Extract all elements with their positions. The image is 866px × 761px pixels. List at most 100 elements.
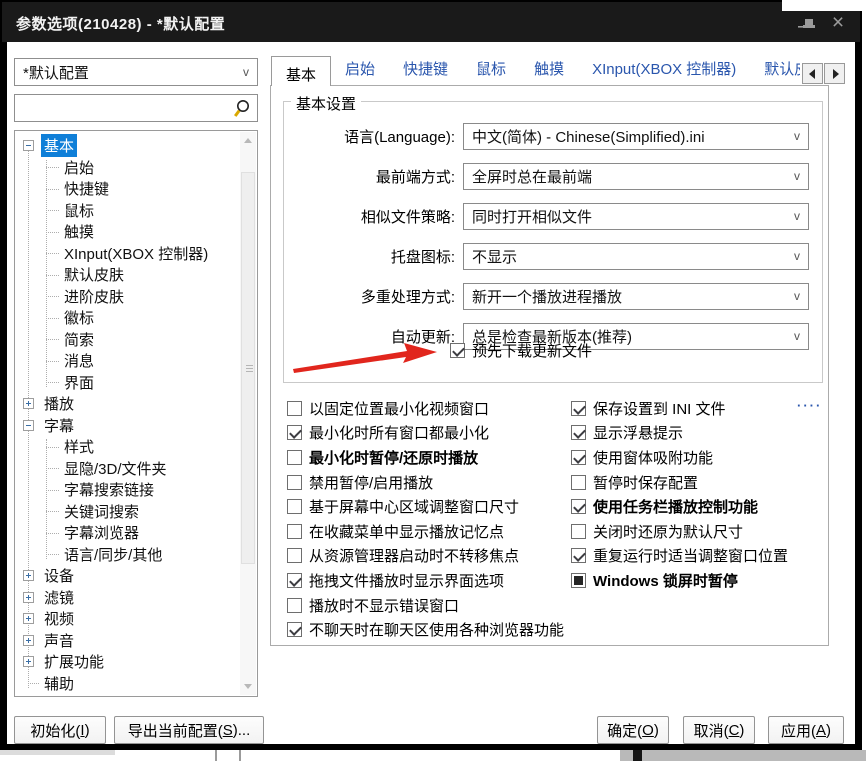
checkbox-icon: [287, 401, 302, 416]
tree-item-19[interactable]: 语言/同步/其他: [15, 544, 240, 566]
tree-item-14[interactable]: 样式: [15, 436, 240, 458]
expand-icon[interactable]: [23, 656, 34, 667]
form-row-2: 相似文件策略: 同时打开相似文件v: [285, 196, 821, 236]
left-checkbox-3[interactable]: 禁用暂停/启用播放: [287, 470, 564, 495]
tree-item-15[interactable]: 显隐/3D/文件夹: [15, 458, 240, 480]
expand-icon[interactable]: [23, 635, 34, 646]
left-checkbox-0[interactable]: 以固定位置最小化视频窗口: [287, 396, 564, 421]
right-checkbox-3[interactable]: 暂停时保存配置: [571, 470, 788, 495]
tree-item-6[interactable]: 默认皮肤: [15, 264, 240, 286]
tree-item-9[interactable]: 简索: [15, 329, 240, 351]
tab-1[interactable]: 启始: [331, 56, 389, 86]
tab-scroll-left-button[interactable]: [802, 63, 823, 84]
tree-item-17[interactable]: 关键词搜索: [15, 501, 240, 523]
dropdown-1[interactable]: 全屏时总在最前端v: [463, 163, 809, 190]
tree-item-5[interactable]: XInput(XBOX 控制器): [15, 243, 240, 265]
checkbox-icon: [287, 450, 302, 465]
close-icon[interactable]: ×: [827, 10, 849, 36]
tree-item-16[interactable]: 字幕搜索链接: [15, 479, 240, 501]
search-box[interactable]: [14, 94, 258, 122]
tree-item-7[interactable]: 进阶皮肤: [15, 286, 240, 308]
dropdown-4[interactable]: 新开一个播放进程播放v: [463, 283, 809, 310]
tree-item-label: 播放: [41, 392, 77, 415]
search-input[interactable]: [21, 97, 226, 119]
tree-item-12[interactable]: 播放: [15, 393, 240, 415]
tree-item-10[interactable]: 消息: [15, 350, 240, 372]
left-checkbox-5[interactable]: 在收藏菜单中显示播放记忆点: [287, 519, 564, 544]
scrollbar-thumb[interactable]: [241, 172, 255, 564]
dropdown-2[interactable]: 同时打开相似文件v: [463, 203, 809, 230]
tree-item-13[interactable]: 字幕: [15, 415, 240, 437]
cancel-button[interactable]: 取消(C): [683, 716, 755, 744]
tree-item-8[interactable]: 徽标: [15, 307, 240, 329]
tree-item-22[interactable]: 视频: [15, 608, 240, 630]
tree-item-21[interactable]: 滤镜: [15, 587, 240, 609]
tree-item-label: 界面: [61, 371, 97, 394]
left-checkbox-2[interactable]: 最小化时暂停/还原时播放: [287, 445, 564, 470]
ini-file-more-button[interactable]: ····: [797, 398, 822, 413]
scroll-down-icon[interactable]: [244, 684, 252, 689]
background-window: [782, 0, 866, 11]
expand-icon[interactable]: [23, 592, 34, 603]
tree-item-11[interactable]: 界面: [15, 372, 240, 394]
tree-item-label: 默认皮肤: [61, 263, 127, 286]
tree-item-3[interactable]: 鼠标: [15, 200, 240, 222]
form-label: 相似文件策略:: [285, 206, 455, 227]
tree-item-24[interactable]: 扩展功能: [15, 651, 240, 673]
dropdown-3[interactable]: 不显示v: [463, 243, 809, 270]
expand-icon[interactable]: [23, 613, 34, 624]
tab-5[interactable]: XInput(XBOX 控制器): [578, 56, 750, 86]
collapse-icon[interactable]: [23, 140, 34, 151]
tree-item-0[interactable]: 基本: [15, 135, 240, 157]
tree-item-2[interactable]: 快捷键: [15, 178, 240, 200]
scroll-up-icon[interactable]: [244, 138, 252, 143]
tree-item-label: 基本: [41, 134, 77, 157]
left-checkbox-7[interactable]: 拖拽文件播放时显示界面选项: [287, 568, 564, 593]
checkbox-label: 显示浮悬提示: [593, 422, 683, 443]
tree-item-25[interactable]: 辅助: [15, 673, 240, 695]
tab-0[interactable]: 基本: [271, 56, 331, 86]
right-checkbox-6[interactable]: 重复运行时适当调整窗口位置: [571, 544, 788, 569]
tab-4[interactable]: 触摸: [520, 56, 578, 86]
collapse-icon[interactable]: [23, 420, 34, 431]
tree-item-18[interactable]: 字幕浏览器: [15, 522, 240, 544]
tab-scroll-right-button[interactable]: [824, 63, 845, 84]
tree-item-4[interactable]: 触摸: [15, 221, 240, 243]
left-checkbox-9[interactable]: 不聊天时在聊天区使用各种浏览器功能: [287, 617, 564, 642]
left-checkbox-4[interactable]: 基于屏幕中心区域调整窗口尺寸: [287, 494, 564, 519]
profile-combobox[interactable]: *默认配置 v: [14, 58, 258, 86]
title-bar: 参数选项(210428) - *默认配置 ×: [2, 2, 860, 42]
tree-item-23[interactable]: 声音: [15, 630, 240, 652]
left-checkbox-6[interactable]: 从资源管理器启动时不转移焦点: [287, 544, 564, 569]
tab-2[interactable]: 快捷键: [389, 56, 462, 86]
pin-icon[interactable]: [797, 17, 819, 35]
checkbox-label: 最小化时所有窗口都最小化: [309, 422, 489, 443]
tree-scrollbar[interactable]: [240, 132, 256, 695]
checkbox-label: 最小化时暂停/还原时播放: [309, 447, 478, 468]
dropdown-0[interactable]: 中文(简体) - Chinese(Simplified).iniv: [463, 123, 809, 150]
checkbox-icon: [571, 524, 586, 539]
right-checkbox-2[interactable]: 使用窗体吸附功能: [571, 445, 788, 470]
left-checkbox-8[interactable]: 播放时不显示错误窗口: [287, 593, 564, 618]
checkbox-pre-download-update[interactable]: 预先下载更新文件: [450, 340, 592, 361]
tree-item-label: 设备: [41, 564, 77, 587]
expand-icon[interactable]: [23, 398, 34, 409]
tree-item-20[interactable]: 设备: [15, 565, 240, 587]
ok-button[interactable]: 确定(O): [597, 716, 669, 744]
left-checkbox-1[interactable]: 最小化时所有窗口都最小化: [287, 421, 564, 446]
form-row-4: 多重处理方式:新开一个播放进程播放v: [285, 276, 821, 316]
tree-item-1[interactable]: 启始: [15, 157, 240, 179]
export-config-button[interactable]: 导出当前配置(S)...: [114, 716, 264, 744]
right-checkbox-5[interactable]: 关闭时还原为默认尺寸: [571, 519, 788, 544]
initialize-button[interactable]: 初始化(I): [14, 716, 106, 744]
checkbox-icon: [287, 524, 302, 539]
right-checkbox-0[interactable]: 保存设置到 INI 文件: [571, 396, 788, 421]
tab-3[interactable]: 鼠标: [462, 56, 520, 86]
expand-icon[interactable]: [23, 570, 34, 581]
right-checkbox-1[interactable]: 显示浮悬提示: [571, 421, 788, 446]
tab-6[interactable]: 默认皮肤: [750, 56, 800, 86]
apply-button[interactable]: 应用(A): [768, 716, 844, 744]
checkbox-label: 播放时不显示错误窗口: [309, 595, 459, 616]
right-checkbox-4[interactable]: 使用任务栏播放控制功能: [571, 494, 788, 519]
right-checkbox-7[interactable]: Windows 锁屏时暂停: [571, 568, 788, 593]
